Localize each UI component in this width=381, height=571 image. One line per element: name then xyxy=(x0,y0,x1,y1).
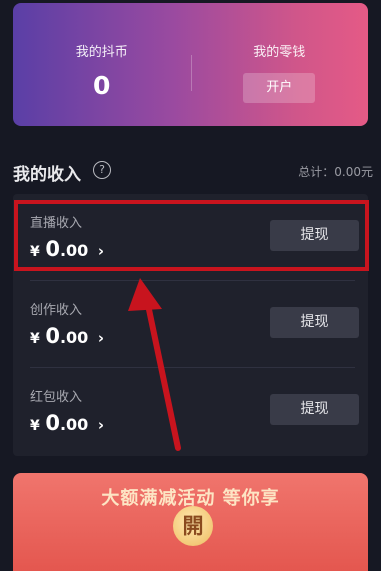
income-title: 我的收入 xyxy=(13,165,81,185)
coins-label: 我的抖币 xyxy=(75,45,128,60)
currency-symbol: ¥ xyxy=(30,331,40,347)
coins-section[interactable]: 我的抖币 0 xyxy=(13,3,191,126)
wallet-card: 我的抖币 0 我的零钱 开户 xyxy=(13,3,368,126)
coins-value: 0 xyxy=(93,71,111,100)
income-row-creation: 创作收入 ¥ 0.00 › 提现 xyxy=(13,281,368,368)
withdraw-button[interactable]: 提现 xyxy=(270,394,359,425)
amount-integer: 0 xyxy=(45,324,60,348)
income-label: 创作收入 xyxy=(30,303,83,318)
chevron-right-icon: › xyxy=(97,329,105,347)
open-account-button[interactable]: 开户 xyxy=(243,73,316,103)
change-section: 我的零钱 开户 xyxy=(191,3,369,126)
income-header: 我的收入 ? 总计：0.00元 xyxy=(13,158,373,185)
question-circle-icon[interactable]: ? xyxy=(93,161,111,179)
currency-symbol: ¥ xyxy=(30,418,40,434)
income-label: 红包收入 xyxy=(30,390,83,405)
income-total: 总计：0.00元 xyxy=(298,165,373,179)
amount-integer: 0 xyxy=(45,411,60,435)
change-label: 我的零钱 xyxy=(253,45,306,60)
chevron-right-icon: › xyxy=(97,416,105,434)
amount-decimal: .00 xyxy=(59,415,89,434)
open-coin-button[interactable]: 開 xyxy=(173,506,213,546)
highlight-box xyxy=(14,200,369,271)
income-amount[interactable]: ¥ 0.00 › xyxy=(30,411,104,435)
income-row-redpacket: 红包收入 ¥ 0.00 › 提现 xyxy=(13,368,368,455)
withdraw-button[interactable]: 提现 xyxy=(270,307,359,338)
wallet-page: 我的抖币 0 我的零钱 开户 我的收入 ? 总计：0.00元 直播收入 ¥ 0.… xyxy=(0,0,381,571)
income-amount[interactable]: ¥ 0.00 › xyxy=(30,324,104,348)
promo-banner[interactable]: 大额满减活动 等你享 開 xyxy=(13,473,368,571)
amount-decimal: .00 xyxy=(59,328,89,347)
